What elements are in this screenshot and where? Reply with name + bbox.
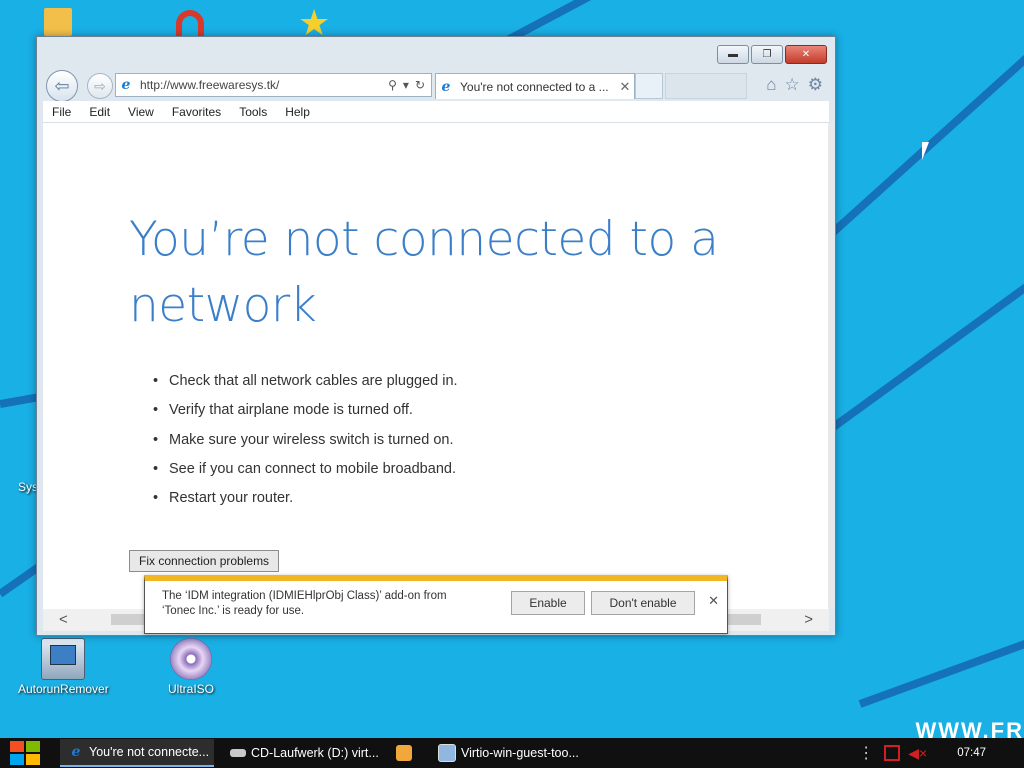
folder-user-icon[interactable] xyxy=(44,8,72,36)
disc-icon xyxy=(170,638,212,680)
scroll-left-icon[interactable]: < xyxy=(59,611,68,628)
windows-logo-icon xyxy=(26,741,40,752)
menu-bar: File Edit View Favorites Tools Help xyxy=(43,101,829,123)
troubleshooting-list: Check that all network cables are plugge… xyxy=(153,367,458,513)
dont-enable-button[interactable]: Don't enable xyxy=(591,591,695,615)
new-tab-button[interactable] xyxy=(635,73,663,99)
volume-muted-icon[interactable]: ◀× xyxy=(908,745,927,762)
back-button[interactable]: ⇦ xyxy=(46,70,78,102)
network-error-icon[interactable] xyxy=(884,745,901,761)
menu-file[interactable]: File xyxy=(43,105,80,119)
tab-title: You're not connected to a ... xyxy=(460,79,609,94)
taskbar-item-installer[interactable]: Virtio-win-guest-too... xyxy=(430,739,590,767)
address-bar[interactable]: e http://www.freewaresys.tk/ ⚲ ▾ ↻ xyxy=(115,73,432,97)
tab-close-icon[interactable]: ✕ xyxy=(616,79,634,95)
scroll-right-icon[interactable]: > xyxy=(804,611,813,628)
page-title: You’re not connected to a network xyxy=(129,212,719,333)
windows-logo-icon xyxy=(26,754,40,765)
mouse-cursor xyxy=(922,142,929,160)
notification-line: ‘Tonec Inc.’ is ready for use. xyxy=(162,605,305,617)
search-icon[interactable]: ⚲ xyxy=(388,78,397,92)
desktop-icon-label: UltraISO xyxy=(167,682,214,696)
address-text[interactable]: http://www.freewaresys.tk/ xyxy=(140,78,388,92)
home-icon[interactable]: ⌂ xyxy=(766,75,776,95)
taskbar-item-label: You're not connecte... xyxy=(89,745,210,759)
desktop-icon-label: AutorunRemover xyxy=(18,682,109,696)
menu-help[interactable]: Help xyxy=(276,105,319,119)
ie-icon: e xyxy=(441,78,451,95)
page-content: You’re not connected to a network Check … xyxy=(43,123,828,631)
media-player-icon xyxy=(396,745,412,761)
list-item: Check that all network cables are plugge… xyxy=(153,367,458,396)
magnet-icon[interactable] xyxy=(176,10,204,36)
ie-icon: e xyxy=(71,744,81,760)
gear-icon[interactable]: ⚙ xyxy=(808,75,823,95)
forward-button[interactable]: ⇨ xyxy=(87,73,113,99)
menu-tools[interactable]: Tools xyxy=(230,105,276,119)
menu-edit[interactable]: Edit xyxy=(80,105,119,119)
favorites-star-icon[interactable]: ☆ xyxy=(785,75,800,95)
taskbar-item-media[interactable] xyxy=(388,739,422,767)
tab-strip-blank xyxy=(665,73,747,99)
list-item: Make sure your wireless switch is turned… xyxy=(153,426,458,455)
ie-icon: e xyxy=(121,77,131,93)
desktop-icon-autorunremover[interactable]: AutorunRemover xyxy=(18,638,109,696)
windows-logo-icon xyxy=(10,741,24,752)
tray-overflow-icon[interactable]: ⋮ xyxy=(858,743,874,763)
windows-logo-icon xyxy=(10,754,24,765)
taskbar-item-ie[interactable]: e You're not connecte... xyxy=(60,739,214,767)
menu-view[interactable]: View xyxy=(119,105,163,119)
vertical-scrollbar[interactable] xyxy=(828,123,834,609)
start-button[interactable] xyxy=(10,741,42,766)
maximize-button[interactable]: ❐ xyxy=(751,45,783,64)
list-item: Restart your router. xyxy=(153,484,458,513)
taskbar-item-drive[interactable]: CD-Laufwerk (D:) virt... xyxy=(222,739,382,767)
clock[interactable]: 07:47 xyxy=(957,747,986,759)
close-window-button[interactable]: ✕ xyxy=(785,45,827,64)
menu-favorites[interactable]: Favorites xyxy=(163,105,230,119)
addon-notification: The ‘IDM integration (IDMIEHlprObj Class… xyxy=(144,575,728,634)
autorun-remover-icon xyxy=(41,638,85,680)
notification-message: The ‘IDM integration (IDMIEHlprObj Class… xyxy=(162,589,492,619)
enable-button[interactable]: Enable xyxy=(511,591,585,615)
drive-icon xyxy=(230,749,246,757)
arrow-right-icon: ⇨ xyxy=(94,77,106,94)
notification-line: The ‘IDM integration (IDMIEHlprObj Class… xyxy=(162,590,447,602)
desktop-icon-ultraiso[interactable]: UltraISO xyxy=(146,638,236,696)
list-item: Verify that airplane mode is turned off. xyxy=(153,396,458,425)
taskbar-item-label: CD-Laufwerk (D:) virt... xyxy=(251,746,379,760)
close-icon[interactable]: ✕ xyxy=(708,593,719,609)
browser-window: ▬ ❐ ✕ ⇦ ⇨ e http://www.freewaresys.tk/ ⚲… xyxy=(36,36,836,636)
taskbar-item-label: Virtio-win-guest-too... xyxy=(461,746,579,760)
wallpaper-stripe xyxy=(817,0,1024,247)
fix-connection-button[interactable]: Fix connection problems xyxy=(129,550,280,572)
tab-current[interactable]: e You're not connected to a ... ✕ xyxy=(435,73,635,99)
list-item: See if you can connect to mobile broadba… xyxy=(153,455,458,484)
wallpaper-stripe xyxy=(858,597,1024,708)
minimize-button[interactable]: ▬ xyxy=(717,45,749,64)
taskbar: e You're not connecte... CD-Laufwerk (D:… xyxy=(0,738,1024,768)
installer-icon xyxy=(438,744,456,762)
refresh-icon[interactable]: ↻ xyxy=(415,78,425,92)
navigation-bar: ⇦ ⇨ e http://www.freewaresys.tk/ ⚲ ▾ ↻ e… xyxy=(37,69,835,102)
system-tray: ⋮ ◀× 07:47 xyxy=(858,738,1024,768)
window-controls: ▬ ❐ ✕ xyxy=(717,45,827,64)
arrow-left-icon: ⇦ xyxy=(54,75,70,96)
dropdown-icon[interactable]: ▾ xyxy=(403,78,409,92)
